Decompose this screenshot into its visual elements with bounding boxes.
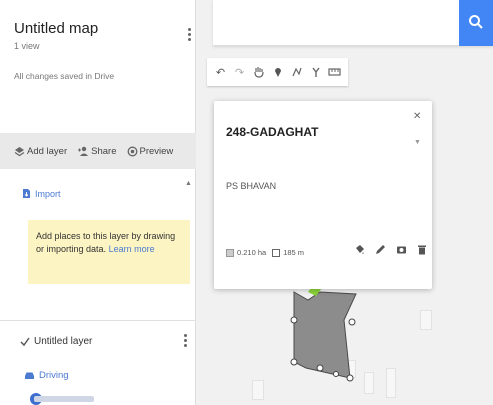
- add-layer-button[interactable]: Add layer: [14, 146, 67, 157]
- driving-label: Driving: [39, 370, 69, 381]
- layers-icon: [14, 146, 25, 156]
- area-measure: 0.210 ha: [226, 248, 266, 257]
- car-icon: [25, 372, 34, 379]
- perimeter-icon: [272, 248, 281, 257]
- waypoint-row[interactable]: [34, 396, 94, 402]
- map-sidebar: Untitled map 1 view All changes saved in…: [0, 0, 196, 405]
- search-icon: [469, 15, 483, 29]
- save-status: All changes saved in Drive: [14, 71, 115, 81]
- undo-icon[interactable]: ↶: [211, 61, 230, 83]
- search-button[interactable]: [459, 0, 493, 46]
- driving-mode[interactable]: Driving: [24, 370, 69, 381]
- layer-hint-box: Add places to this layer by drawing or i…: [28, 220, 190, 284]
- area-value: 0.210 ha: [237, 248, 267, 257]
- feature-measurements: 0.210 ha 185 m: [226, 248, 304, 257]
- divider: [0, 320, 196, 321]
- map-title[interactable]: Untitled map: [14, 20, 183, 37]
- draw-line-icon[interactable]: [287, 61, 306, 83]
- layer-options-icon[interactable]: [182, 334, 188, 347]
- share-label: Share: [91, 145, 117, 157]
- feature-info-card: 248-GADAGHAT ✕ ▼ PS BHAVAN 0.210 ha 185 …: [214, 101, 432, 289]
- feature-description[interactable]: PS BHAVAN: [226, 181, 276, 191]
- view-count: 1 view: [14, 41, 40, 51]
- redo-icon[interactable]: ↷: [230, 61, 249, 83]
- share-button[interactable]: Share: [77, 145, 117, 157]
- close-icon[interactable]: ✕: [413, 111, 421, 122]
- add-person-icon: [78, 146, 89, 156]
- scroll-up-arrow-icon[interactable]: ▲: [185, 180, 192, 187]
- search-box[interactable]: [213, 0, 493, 46]
- import-link[interactable]: Import: [22, 188, 61, 199]
- feature-title[interactable]: 248-GADAGHAT: [226, 125, 318, 139]
- chevron-down-icon[interactable]: ▼: [414, 139, 421, 146]
- hand-icon[interactable]: [249, 61, 268, 83]
- checkbox-checked-icon[interactable]: [20, 337, 30, 347]
- ruler-icon[interactable]: [325, 61, 344, 83]
- add-layer-label: Add layer: [27, 145, 68, 157]
- preview-icon: [127, 146, 137, 156]
- learn-more-link[interactable]: Learn more: [109, 244, 155, 254]
- edit-pencil-icon[interactable]: [375, 244, 386, 255]
- area-icon: [226, 248, 234, 257]
- map-options-icon[interactable]: [186, 28, 192, 41]
- camera-icon[interactable]: [396, 244, 407, 255]
- import-label: Import: [35, 188, 61, 199]
- feature-tools: [354, 244, 427, 255]
- marker-icon[interactable]: [268, 61, 287, 83]
- map-header: Untitled map 1 view All changes saved in…: [0, 0, 195, 120]
- map-toolbar: ↶ ↷: [207, 58, 348, 86]
- layer-name[interactable]: Untitled layer: [34, 336, 92, 347]
- preview-label: Preview: [139, 145, 174, 157]
- preview-button[interactable]: Preview: [127, 145, 174, 157]
- map-actions-bar: Add layer Share Preview: [0, 133, 196, 169]
- perimeter-value: 185 m: [283, 248, 305, 257]
- perimeter-measure: 185 m: [272, 248, 304, 257]
- paint-bucket-icon[interactable]: [354, 244, 365, 255]
- directions-icon[interactable]: [306, 61, 325, 83]
- import-file-icon: [23, 189, 30, 198]
- layer-header[interactable]: Untitled layer: [20, 336, 92, 347]
- delete-trash-icon[interactable]: [417, 244, 427, 255]
